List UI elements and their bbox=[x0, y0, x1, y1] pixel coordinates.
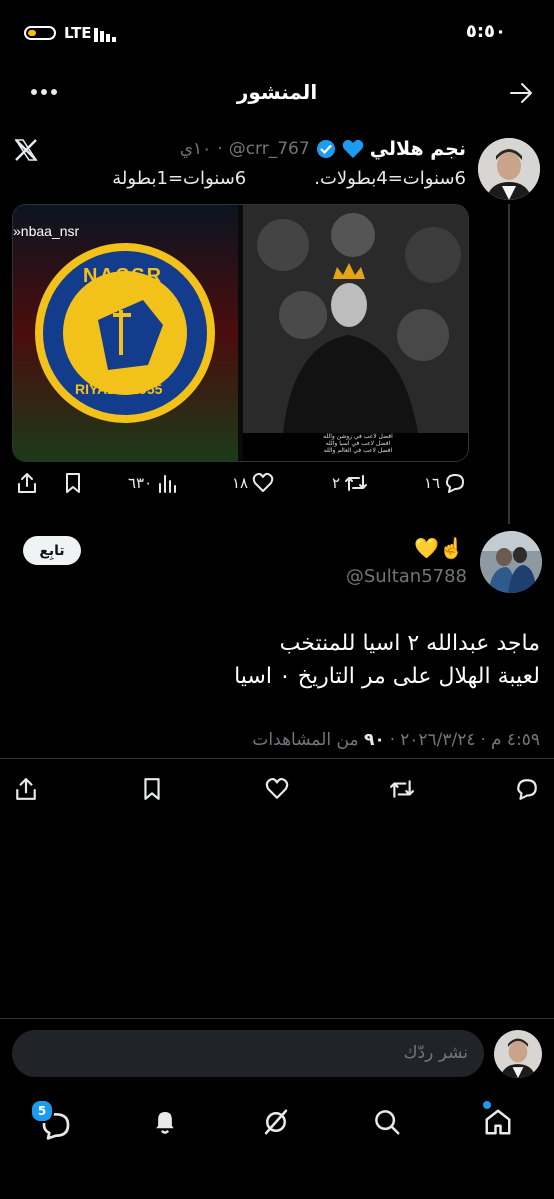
quoted-text-line2: 6سنوات=1بطولة bbox=[112, 168, 247, 189]
composer-placeholder: نشر ردّك bbox=[403, 1043, 468, 1063]
reply-text-line1: ماجد عبدالله ٢ اسيا للمنتخب bbox=[279, 631, 540, 656]
bookmark-icon bbox=[144, 778, 160, 800]
reply-actions bbox=[0, 775, 554, 805]
arrow-right-icon bbox=[510, 83, 532, 103]
reply-text: ماجد عبدالله ٢ اسيا للمنتخب لعيبة الهلال… bbox=[20, 627, 540, 693]
nav-search-button[interactable] bbox=[372, 1107, 402, 1137]
reply-meta-date: ٢٠٢٦/٣/٢٤ bbox=[400, 730, 476, 750]
follow-label: تابِع bbox=[39, 542, 65, 559]
quoted-views-count: ٦٣٠ bbox=[128, 474, 153, 492]
network-label: LTE bbox=[64, 24, 92, 42]
quoted-post-text: 6سنوات=4بطولات. 6سنوات=1بطولة bbox=[46, 168, 466, 189]
bookmark-icon bbox=[66, 473, 80, 493]
status-bar: LTE ٥:٥٠ bbox=[0, 0, 554, 64]
reply-text-line2: لعيبة الهلال على مر التاريخ ٠ اسيا bbox=[234, 664, 540, 689]
quoted-share-button[interactable] bbox=[16, 472, 38, 494]
heart-icon bbox=[265, 777, 289, 799]
search-icon bbox=[375, 1110, 400, 1135]
quoted-reply-button[interactable]: ١٦ bbox=[424, 472, 466, 494]
reply-meta: ٤:٥٩ م · ٢٠٢٦/٣/٢٤ · ٩٠ من المشاهدات bbox=[252, 730, 540, 750]
reply-bookmark-button[interactable] bbox=[140, 777, 164, 801]
page-title: المنشور bbox=[236, 80, 318, 104]
bottom-nav: 5 bbox=[0, 1095, 554, 1155]
quoted-reply-count: ١٦ bbox=[424, 474, 441, 492]
views-chart-icon bbox=[159, 475, 177, 493]
messages-badge: 5 bbox=[30, 1099, 54, 1123]
bell-icon bbox=[156, 1112, 174, 1134]
image-credit-text: »nbaa_nsr bbox=[13, 223, 80, 239]
share-icon bbox=[18, 473, 36, 493]
composer-avatar[interactable] bbox=[494, 1030, 542, 1078]
dot-separator: · bbox=[389, 730, 396, 750]
reply-author-handle[interactable]: @Sultan5788 bbox=[346, 566, 467, 587]
reply-retweet-button[interactable] bbox=[388, 777, 416, 801]
quoted-retweet-count: ٢ bbox=[332, 474, 341, 492]
signal-icon bbox=[94, 26, 120, 42]
quoted-like-button[interactable]: ١٨ bbox=[232, 472, 274, 494]
heart-emoji-icon bbox=[342, 139, 364, 159]
battery-icon bbox=[24, 26, 56, 40]
nassr-logo-bottom-text: RIYADH 1955 bbox=[75, 381, 163, 397]
grok-icon bbox=[264, 1109, 288, 1135]
divider bbox=[0, 1018, 554, 1019]
reply-meta-time: ٤:٥٩ م bbox=[490, 730, 540, 750]
x-logo-icon bbox=[14, 138, 38, 162]
thread-line bbox=[508, 204, 510, 524]
nav-grok-button[interactable] bbox=[261, 1107, 291, 1137]
quoted-text-line1: 6سنوات=4بطولات. bbox=[314, 168, 466, 189]
nassr-logo-top-text: NASSR bbox=[83, 265, 164, 287]
share-icon bbox=[16, 778, 36, 800]
reply-author-emoji: ☝️💛 bbox=[414, 536, 464, 560]
quoted-retweet-button[interactable]: ٢ bbox=[332, 472, 368, 494]
divider bbox=[0, 758, 554, 759]
verified-badge-icon bbox=[316, 139, 336, 159]
reply-composer-input[interactable]: نشر ردّك bbox=[12, 1030, 484, 1077]
quoted-media[interactable]: NASSR RIYADH 1955 »nbaa_nsr افضل لاعب في… bbox=[12, 204, 469, 462]
retweet-icon bbox=[345, 475, 368, 491]
reply-author-row: ☝️💛 bbox=[414, 536, 464, 560]
back-button[interactable] bbox=[508, 80, 534, 106]
reply-share-button[interactable] bbox=[14, 777, 38, 801]
quoted-actions: ٦٣٠ ١٨ ٢ ١٦ bbox=[0, 470, 480, 498]
dot-separator: · bbox=[217, 139, 223, 159]
reply-author-avatar[interactable] bbox=[480, 531, 542, 593]
quoted-post-time: ١٠ي bbox=[179, 139, 212, 159]
reply-bubble-icon bbox=[517, 779, 537, 800]
nassr-image: NASSR RIYADH 1955 »nbaa_nsr bbox=[13, 205, 238, 461]
quoted-bookmark-button[interactable] bbox=[62, 472, 84, 494]
status-time: ٥:٥٠ bbox=[465, 21, 506, 42]
quoted-author-name[interactable]: نجم هلالي bbox=[370, 138, 466, 160]
reply-meta-views: ٩٠ من المشاهدات bbox=[252, 730, 385, 750]
nav-notifications-button[interactable] bbox=[150, 1107, 180, 1137]
quoted-like-count: ١٨ bbox=[232, 474, 249, 492]
player-image: افضل لاعب في روشن والله افضل لاعب في اسي… bbox=[243, 205, 468, 461]
reply-like-button[interactable] bbox=[264, 777, 290, 801]
nav-messages-button[interactable]: 5 bbox=[30, 1099, 74, 1140]
home-icon bbox=[485, 1109, 511, 1135]
player-caption: افضل لاعب في روشن والله افضل لاعب في اسي… bbox=[323, 433, 393, 454]
home-unread-dot bbox=[483, 1101, 491, 1109]
quoted-author-row: نجم هلالي @crr_767 · ١٠ي bbox=[180, 138, 466, 160]
avatar-photo bbox=[494, 1030, 542, 1078]
reply-reply-button[interactable] bbox=[514, 777, 540, 801]
quoted-author-handle[interactable]: @crr_767 bbox=[229, 139, 310, 159]
dot-separator: · bbox=[480, 730, 486, 750]
heart-icon bbox=[252, 472, 274, 492]
avatar-photo bbox=[480, 531, 542, 593]
reply-bubble-icon bbox=[446, 474, 465, 493]
quoted-views-button[interactable]: ٦٣٠ bbox=[128, 472, 178, 494]
quoted-author-avatar[interactable] bbox=[478, 138, 540, 200]
nav-home-button[interactable] bbox=[483, 1101, 517, 1139]
follow-button[interactable]: تابِع bbox=[23, 536, 81, 565]
avatar-photo bbox=[478, 138, 540, 200]
retweet-icon bbox=[390, 780, 414, 798]
home-indicator bbox=[0, 1192, 554, 1199]
header: المنشور bbox=[0, 64, 554, 122]
